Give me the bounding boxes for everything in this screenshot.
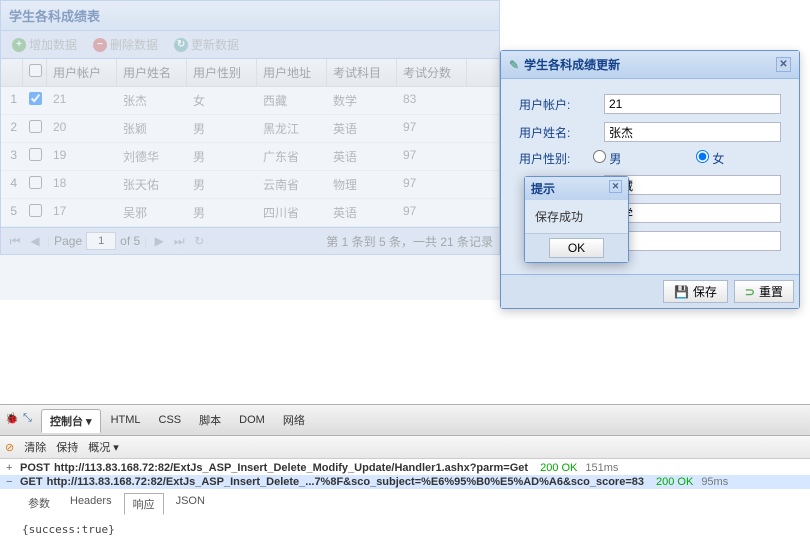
profile-button[interactable]: 概况 ▾ — [88, 439, 119, 455]
clear-button[interactable]: 清除 — [24, 439, 46, 455]
radio-male-label[interactable]: 男 — [593, 150, 678, 167]
status-code: 200 OK — [656, 476, 693, 488]
close-icon[interactable]: ✕ — [776, 57, 791, 72]
persist-button[interactable]: 保持 — [56, 439, 78, 455]
radio-female-label[interactable]: 女 — [696, 150, 781, 167]
tab-css[interactable]: CSS — [151, 411, 190, 429]
alert-header[interactable]: 提示 ✕ — [525, 177, 628, 200]
firebug-panel: 🐞 ⤡ 控制台 ▾ HTML CSS 脚本 DOM 网络 ⊘ 清除 保持 概况 … — [0, 404, 810, 542]
tab-console[interactable]: 控制台 ▾ — [41, 409, 101, 433]
subject-field[interactable] — [604, 203, 781, 223]
alert-close-icon[interactable]: ✕ — [609, 180, 622, 193]
inspect-icon[interactable]: ⤡ — [23, 412, 39, 428]
stop-icon[interactable]: ⊘ — [5, 441, 14, 454]
alert-ok-button[interactable]: OK — [549, 238, 604, 258]
http-method: POST — [20, 462, 50, 474]
account-field[interactable] — [604, 94, 781, 114]
http-method: GET — [20, 476, 43, 488]
response-body: {success:true} — [0, 517, 810, 542]
form-title: 学生各科成绩更新 — [524, 56, 620, 73]
tab-net[interactable]: 网络 — [275, 409, 313, 431]
reset-icon: ⊃ — [745, 285, 755, 299]
subtab-params[interactable]: 参数 — [20, 493, 58, 515]
expand-icon[interactable]: + — [6, 462, 16, 474]
alert-title: 提示 — [531, 180, 555, 197]
form-icon: ✎ — [509, 58, 519, 72]
radio-male[interactable] — [593, 150, 606, 163]
expand-icon[interactable]: − — [6, 476, 16, 488]
label-account: 用户帐户: — [519, 96, 604, 113]
firebug-icon[interactable]: 🐞 — [5, 412, 21, 428]
net-request-line[interactable]: + POST http://113.83.168.72:82/ExtJs_ASP_… — [0, 461, 810, 475]
name-field[interactable] — [604, 122, 781, 142]
address-field[interactable] — [604, 175, 781, 195]
modal-mask — [0, 0, 500, 300]
tab-script[interactable]: 脚本 — [191, 409, 229, 431]
subtab-headers[interactable]: Headers — [62, 493, 120, 515]
label-name: 用户姓名: — [519, 124, 604, 141]
request-time: 151ms — [585, 462, 618, 474]
form-window-header[interactable]: ✎ 学生各科成绩更新 ✕ — [501, 51, 799, 79]
subtab-json[interactable]: JSON — [168, 493, 213, 515]
alert-message: 保存成功 — [525, 200, 628, 233]
net-request-line[interactable]: −GET http://113.83.168.72:82/ExtJs_ASP_I… — [0, 475, 810, 489]
label-gender: 用户性别: — [519, 150, 593, 167]
tab-dom[interactable]: DOM — [231, 411, 273, 429]
status-code: 200 OK — [540, 462, 577, 474]
radio-female[interactable] — [696, 150, 709, 163]
save-button[interactable]: 💾保存 — [663, 280, 728, 303]
reset-button[interactable]: ⊃重置 — [734, 280, 794, 303]
score-field[interactable] — [604, 231, 781, 251]
subtab-response[interactable]: 响应 — [124, 493, 164, 515]
request-url: http://113.83.168.72:82/ExtJs_ASP_Insert… — [54, 462, 528, 474]
tab-html[interactable]: HTML — [103, 411, 149, 429]
request-url: http://113.83.168.72:82/ExtJs_ASP_Insert… — [47, 476, 644, 488]
request-time: 95ms — [701, 476, 728, 488]
disk-icon: 💾 — [674, 285, 689, 299]
